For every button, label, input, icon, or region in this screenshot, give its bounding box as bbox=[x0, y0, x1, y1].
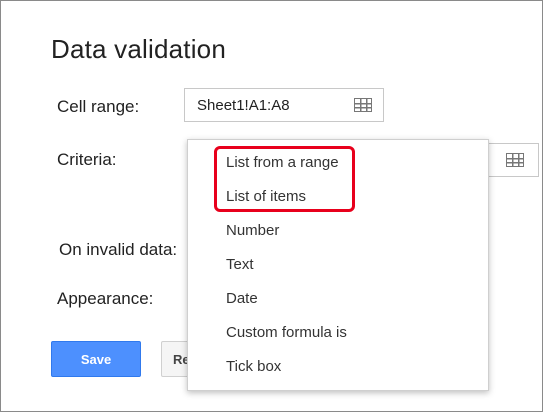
save-button[interactable]: Save bbox=[51, 341, 141, 377]
grid-icon[interactable] bbox=[354, 98, 372, 112]
criteria-label: Criteria: bbox=[57, 150, 117, 169]
grid-icon[interactable] bbox=[506, 153, 524, 167]
on-invalid-data-label: On invalid data: bbox=[59, 240, 178, 259]
menu-item-custom-formula[interactable]: Custom formula is bbox=[188, 316, 488, 350]
menu-item-tick-box[interactable]: Tick box bbox=[188, 350, 488, 384]
dialog-title: Data validation bbox=[51, 34, 226, 64]
menu-item-text[interactable]: Text bbox=[188, 248, 488, 282]
criteria-range-input[interactable] bbox=[487, 143, 539, 177]
cell-range-label: Cell range: bbox=[57, 97, 140, 116]
data-validation-dialog: Data validation Cell range: Sheet1!A1:A8… bbox=[0, 0, 543, 412]
appearance-label: Appearance: bbox=[57, 289, 154, 308]
cell-range-input[interactable]: Sheet1!A1:A8 bbox=[184, 88, 384, 122]
menu-item-list-from-range[interactable]: List from a range bbox=[188, 146, 488, 180]
menu-item-date[interactable]: Date bbox=[188, 282, 488, 316]
menu-item-list-of-items[interactable]: List of items bbox=[188, 180, 488, 214]
cell-range-value[interactable]: Sheet1!A1:A8 bbox=[197, 97, 290, 114]
menu-item-number[interactable]: Number bbox=[188, 214, 488, 248]
criteria-dropdown-menu[interactable]: List from a range List of items Number T… bbox=[187, 139, 489, 391]
